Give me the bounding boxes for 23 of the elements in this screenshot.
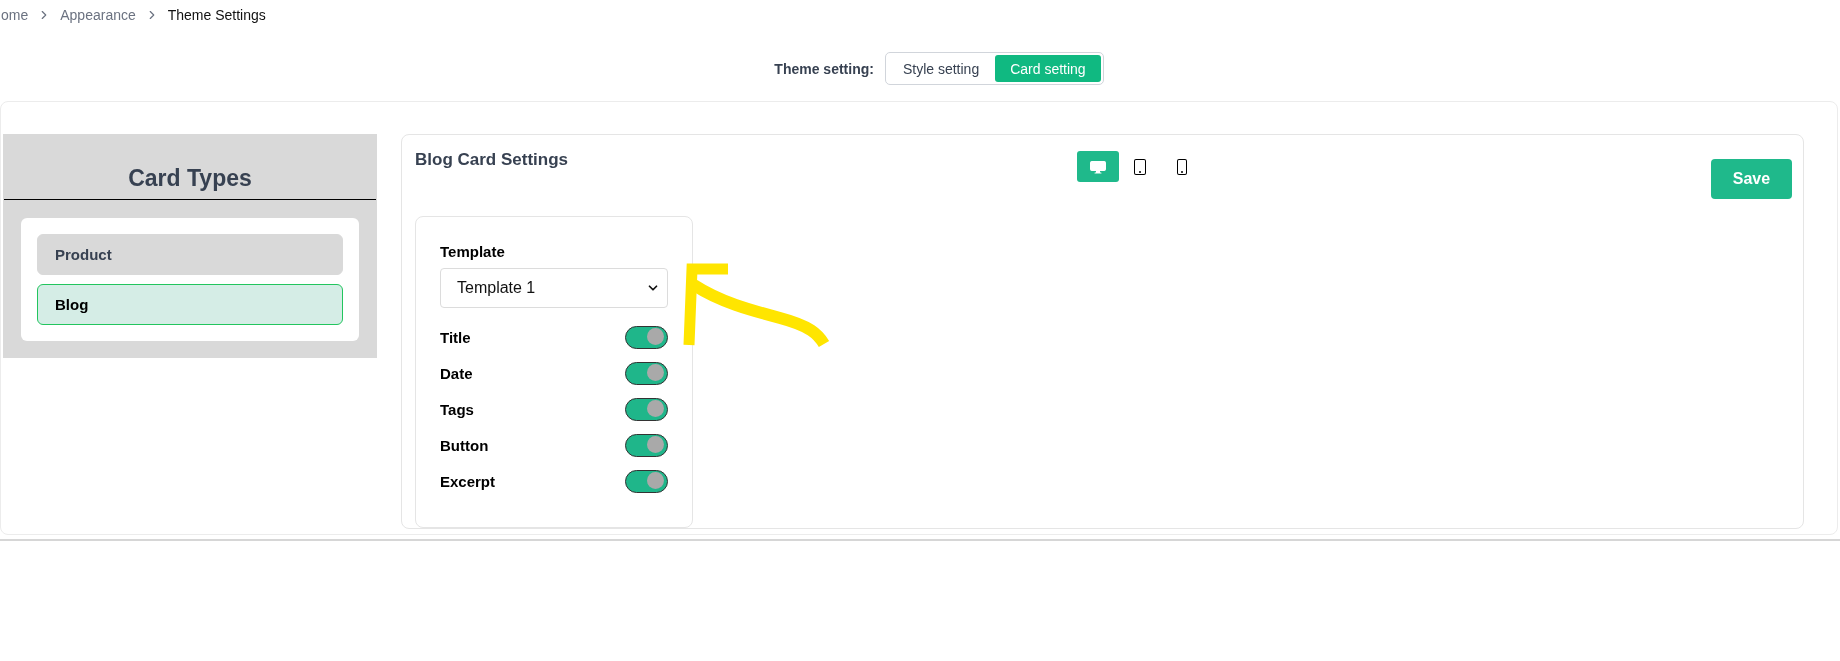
option-label: Date xyxy=(440,364,473,382)
toggle-switch[interactable] xyxy=(625,325,668,349)
option-label: Title xyxy=(440,328,471,346)
card-type-item[interactable]: Product xyxy=(37,234,343,275)
option-label: Tags xyxy=(440,400,474,418)
theme-setting-label: Theme setting: xyxy=(774,60,874,77)
monitor-icon xyxy=(1089,158,1106,175)
option-label: Button xyxy=(440,436,489,454)
card-settings-title: Blog Card Settings xyxy=(415,150,568,170)
toggle-switch[interactable] xyxy=(625,397,668,421)
card-type-item[interactable]: Blog xyxy=(37,284,343,325)
breadcrumb-link[interactable]: ome xyxy=(1,7,29,23)
option-label: Excerpt xyxy=(440,472,496,490)
toggle-switch[interactable] xyxy=(625,469,668,493)
toggle-switch[interactable] xyxy=(625,433,668,457)
breadcrumb-current: Theme Settings xyxy=(167,7,266,23)
toggle-switch[interactable] xyxy=(625,361,668,385)
template-select-value: Template 1 xyxy=(457,279,536,297)
card-types-title: Card Types xyxy=(4,135,376,200)
template-label: Template xyxy=(440,243,506,261)
tablet-icon xyxy=(1131,158,1148,175)
template-select[interactable]: Template 1 xyxy=(440,268,668,308)
breadcrumb-link[interactable]: Appearance xyxy=(60,7,136,23)
